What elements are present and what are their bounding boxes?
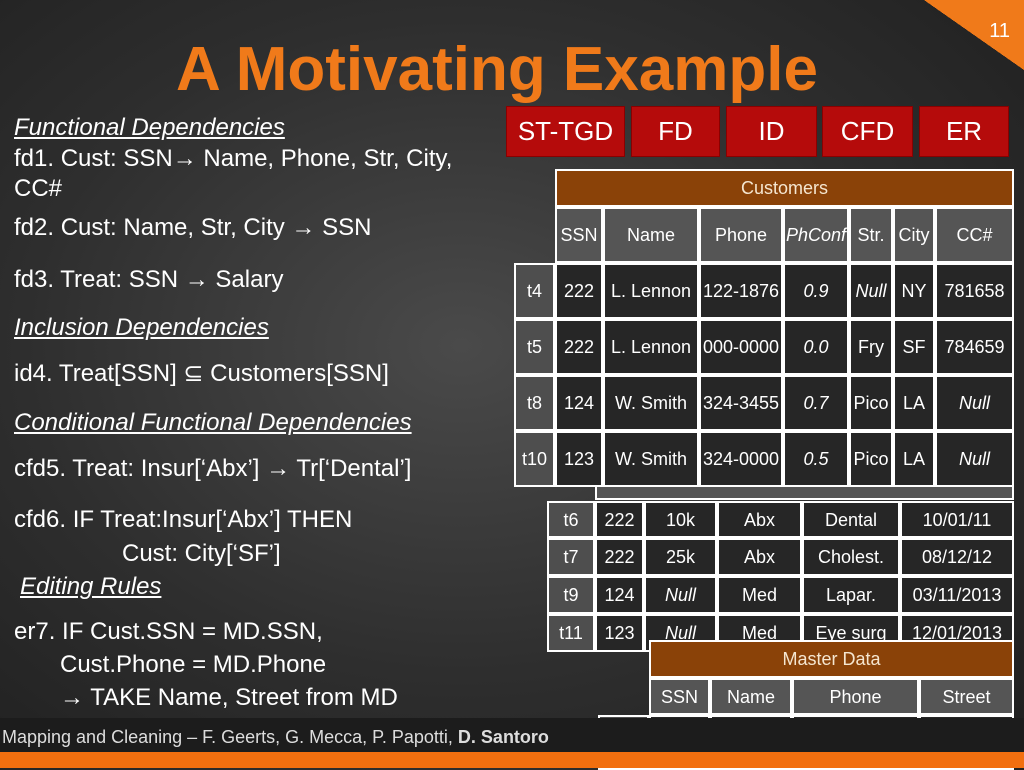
button-st-tgd[interactable]: ST-TGD [506,106,625,157]
column-header: Str. [849,207,893,263]
table-cell: 0.0 [783,319,849,375]
rule-line: Cust: City[‘SF’] [122,540,281,567]
column-header: Phone [792,678,919,715]
section-heading: Conditional Functional Dependencies [14,409,412,436]
column-header: SSN [555,207,603,263]
row-id: t4 [514,263,555,319]
table-cell: Pico [849,375,893,431]
table-cell: W. Smith [603,431,699,487]
column-header: City [893,207,935,263]
treatments-header-row [595,485,1014,500]
table-cell: L. Lennon [603,263,699,319]
master-data-title: Master Data [649,640,1014,678]
section-heading: Editing Rules [20,573,162,600]
column-header: SSN [649,678,710,715]
table-cell: 784659 [935,319,1014,375]
table-cell: Abx [717,501,802,538]
table-cell: 03/11/2013 [900,576,1014,614]
table-cell: Cholest. [802,538,900,576]
table-cell: Null [644,576,717,614]
slide-title: A Motivating Example [176,35,818,104]
table-cell: Pico [849,431,893,487]
table-cell: Lapar. [802,576,900,614]
table-cell: W. Smith [603,375,699,431]
rule-line: Cust.Phone = MD.Phone [60,651,327,678]
table-cell: 25k [644,538,717,576]
table-cell: Null [849,263,893,319]
section-heading: Inclusion Dependencies [14,314,269,341]
table-cell: Abx [717,538,802,576]
table-cell: 10k [644,501,717,538]
slide-number: 11 [924,0,1024,70]
customers-title: Customers [555,169,1014,207]
table-cell: 0.7 [783,375,849,431]
table-cell: 324-3455 [699,375,783,431]
rule-line: fd3. Treat: SSN → Salary [14,266,284,293]
rule-line: cfd5. Treat: Insur[‘Abx’] → Tr[‘Dental’] [14,455,412,482]
rule-line: fd1. Cust: SSN→ Name, Phone, Str, City, [14,145,453,172]
footer: Mapping and Cleaning – F. Geerts, G. Mec… [0,718,1024,752]
row-id: t6 [547,501,595,538]
button-er[interactable]: ER [919,106,1009,157]
table-cell: Null [935,431,1014,487]
table-cell: 222 [555,319,603,375]
row-id: t8 [514,375,555,431]
button-id[interactable]: ID [726,106,817,157]
row-id: t11 [547,614,595,652]
table-cell: 000-0000 [699,319,783,375]
rule-line: fd2. Cust: Name, Str, City → SSN [14,214,372,241]
row-id: t9 [547,576,595,614]
table-cell: 324-0000 [699,431,783,487]
table-cell: 123 [555,431,603,487]
column-header: Phone [699,207,783,263]
section-heading: Functional Dependencies [14,114,285,141]
rule-line: id4. Treat[SSN] ⊆ Customers[SSN] [14,360,389,387]
row-id: t10 [514,431,555,487]
table-cell: 124 [555,375,603,431]
column-header: Name [710,678,792,715]
table-cell: LA [893,431,935,487]
table-cell: 08/12/12 [900,538,1014,576]
row-id: t7 [547,538,595,576]
table-cell: L. Lennon [603,319,699,375]
table-cell: 222 [595,501,644,538]
column-header: PhConf [783,207,849,263]
table-cell: 124 [595,576,644,614]
table-cell: 0.9 [783,263,849,319]
table-cell: 123 [595,614,644,652]
table-cell: 10/01/11 [900,501,1014,538]
rule-line: er7. IF Cust.SSN = MD.SSN, [14,618,323,645]
table-cell: 781658 [935,263,1014,319]
button-cfd[interactable]: CFD [822,106,913,157]
row-id: t5 [514,319,555,375]
table-cell: Med [717,576,802,614]
table-cell: 222 [555,263,603,319]
table-cell: NY [893,263,935,319]
table-cell: LA [893,375,935,431]
footer-strip [0,752,1024,768]
table-cell: 0.5 [783,431,849,487]
table-cell: Null [935,375,1014,431]
column-header: CC# [935,207,1014,263]
rule-line: CC# [14,175,63,202]
column-header: Name [603,207,699,263]
table-cell: SF [893,319,935,375]
rule-line: cfd6. IF Treat:Insur[‘Abx’] THEN [14,506,353,533]
table-cell: 122-1876 [699,263,783,319]
table-cell: Dental [802,501,900,538]
table-cell: Fry [849,319,893,375]
table-cell: 222 [595,538,644,576]
rule-line: → TAKE Name, Street from MD [60,684,398,711]
button-fd[interactable]: FD [631,106,720,157]
column-header: Street [919,678,1014,715]
